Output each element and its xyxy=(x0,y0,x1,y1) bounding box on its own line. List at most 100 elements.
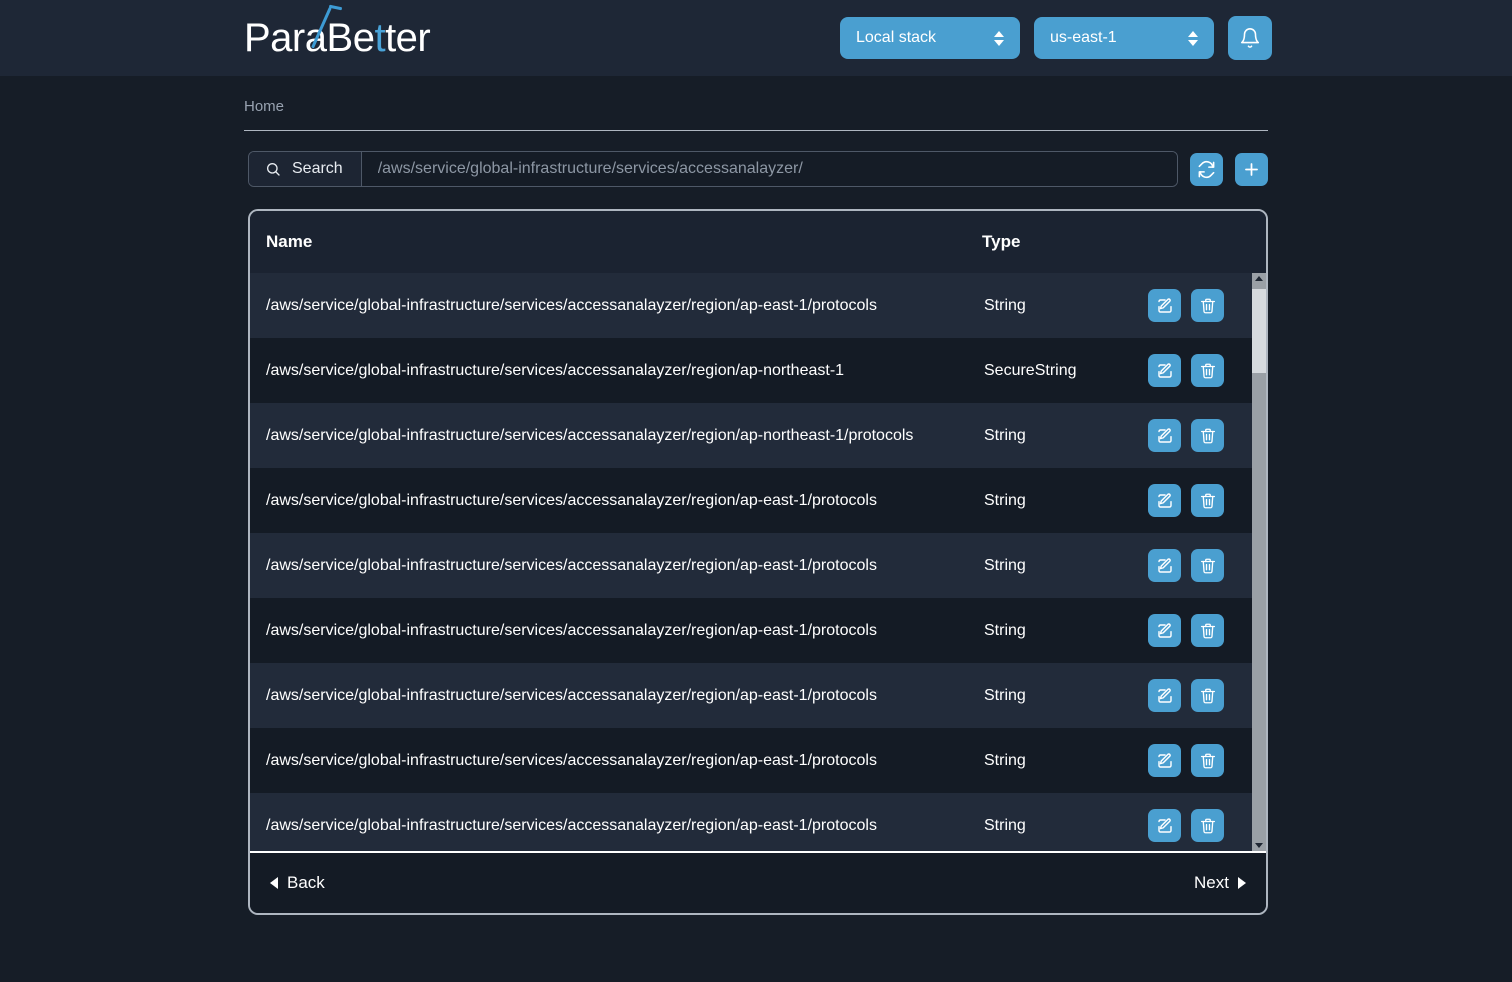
search-button[interactable]: Search xyxy=(249,152,362,186)
edit-icon xyxy=(1157,362,1172,378)
column-header-name: Name xyxy=(266,232,313,251)
scroll-up-arrow-icon[interactable] xyxy=(1255,276,1263,281)
edit-icon xyxy=(1157,687,1172,703)
edit-parameter-button[interactable] xyxy=(1148,289,1181,322)
search-bar: Search xyxy=(248,151,1268,187)
row-actions xyxy=(1148,484,1252,517)
logo-b-mark: B xyxy=(310,4,354,61)
row-actions xyxy=(1148,289,1252,322)
region-selector[interactable]: us-east-1 xyxy=(1034,17,1214,59)
scrollbar-thumb[interactable] xyxy=(1252,289,1266,373)
logo-text-suffix: ter xyxy=(385,15,431,60)
table-row[interactable]: /aws/service/global-infrastructure/servi… xyxy=(250,793,1252,851)
edit-parameter-button[interactable] xyxy=(1148,744,1181,777)
table-row[interactable]: /aws/service/global-infrastructure/servi… xyxy=(250,468,1252,533)
parameter-name: /aws/service/global-infrastructure/servi… xyxy=(266,492,877,509)
table-header: Name Type xyxy=(250,211,1266,273)
delete-parameter-button[interactable] xyxy=(1191,419,1224,452)
search-input[interactable] xyxy=(361,152,1177,186)
edit-icon xyxy=(1157,622,1172,638)
parameter-name: /aws/service/global-infrastructure/servi… xyxy=(266,687,877,704)
delete-parameter-button[interactable] xyxy=(1191,484,1224,517)
edit-icon xyxy=(1157,427,1172,443)
table-row[interactable]: /aws/service/global-infrastructure/servi… xyxy=(250,533,1252,598)
delete-parameter-button[interactable] xyxy=(1191,744,1224,777)
delete-parameter-button[interactable] xyxy=(1191,809,1224,842)
delete-parameter-button[interactable] xyxy=(1191,289,1224,322)
edit-icon xyxy=(1157,557,1172,573)
next-button[interactable]: Next xyxy=(1194,873,1246,893)
back-button-label: Back xyxy=(287,873,325,892)
row-actions xyxy=(1148,419,1252,452)
row-actions xyxy=(1148,809,1252,842)
edit-parameter-button[interactable] xyxy=(1148,419,1181,452)
stack-selector[interactable]: Local stack xyxy=(840,17,1020,59)
app-header: Para Better Local stack us-east-1 xyxy=(0,0,1512,76)
trash-icon xyxy=(1200,558,1215,573)
trash-icon xyxy=(1200,623,1215,638)
parameters-panel: Name Type /aws/service/global-infrastruc… xyxy=(248,209,1268,915)
table-row[interactable]: /aws/service/global-infrastructure/servi… xyxy=(250,728,1252,793)
edit-icon xyxy=(1157,817,1172,833)
delete-parameter-button[interactable] xyxy=(1191,549,1224,582)
parameter-name: /aws/service/global-infrastructure/servi… xyxy=(266,557,877,574)
parameter-name: /aws/service/global-infrastructure/servi… xyxy=(266,622,877,639)
table-scrollbar[interactable] xyxy=(1252,273,1266,851)
edit-parameter-button[interactable] xyxy=(1148,614,1181,647)
edit-icon xyxy=(1157,752,1172,768)
edit-parameter-button[interactable] xyxy=(1148,354,1181,387)
parameter-name: /aws/service/global-infrastructure/servi… xyxy=(266,817,877,834)
parameter-name: /aws/service/global-infrastructure/servi… xyxy=(266,752,877,769)
edit-parameter-button[interactable] xyxy=(1148,679,1181,712)
breadcrumb: Home xyxy=(244,76,1268,131)
chevron-right-icon xyxy=(1238,877,1246,889)
logo-text-b: B xyxy=(326,15,354,60)
parameter-type: String xyxy=(984,751,1026,769)
table-body: /aws/service/global-infrastructure/servi… xyxy=(250,273,1252,851)
trash-icon xyxy=(1200,493,1215,508)
edit-parameter-button[interactable] xyxy=(1148,809,1181,842)
parameter-type: String xyxy=(984,296,1026,314)
column-header-type: Type xyxy=(982,232,1021,251)
trash-icon xyxy=(1200,363,1215,378)
trash-icon xyxy=(1200,428,1215,443)
row-actions xyxy=(1148,744,1252,777)
edit-parameter-button[interactable] xyxy=(1148,549,1181,582)
edit-icon xyxy=(1157,492,1172,508)
parameter-type: SecureString xyxy=(984,361,1077,379)
delete-parameter-button[interactable] xyxy=(1191,354,1224,387)
bell-icon xyxy=(1240,28,1260,48)
notifications-button[interactable] xyxy=(1228,16,1272,60)
next-button-label: Next xyxy=(1194,873,1229,892)
row-actions xyxy=(1148,614,1252,647)
trash-icon xyxy=(1200,753,1215,768)
table-row[interactable]: /aws/service/global-infrastructure/servi… xyxy=(250,273,1252,338)
table-row[interactable]: /aws/service/global-infrastructure/servi… xyxy=(250,403,1252,468)
table-row[interactable]: /aws/service/global-infrastructure/servi… xyxy=(250,663,1252,728)
back-button[interactable]: Back xyxy=(270,873,325,893)
breadcrumb-divider xyxy=(244,130,1268,131)
logo-text-accent: t xyxy=(374,15,386,60)
breadcrumb-item-home[interactable]: Home xyxy=(244,98,284,115)
chevron-left-icon xyxy=(270,877,278,889)
parameter-name: /aws/service/global-infrastructure/servi… xyxy=(266,427,914,444)
table-body-wrapper: /aws/service/global-infrastructure/servi… xyxy=(250,273,1266,851)
parameter-name: /aws/service/global-infrastructure/servi… xyxy=(266,297,877,314)
refresh-button[interactable] xyxy=(1190,152,1223,186)
row-actions xyxy=(1148,354,1252,387)
edit-parameter-button[interactable] xyxy=(1148,484,1181,517)
parameter-type: String xyxy=(984,621,1026,639)
table-footer: Back Next xyxy=(250,851,1266,913)
add-parameter-button[interactable] xyxy=(1235,152,1268,186)
delete-parameter-button[interactable] xyxy=(1191,679,1224,712)
scroll-down-arrow-icon[interactable] xyxy=(1255,843,1263,848)
table-row[interactable]: /aws/service/global-infrastructure/servi… xyxy=(250,338,1252,403)
header-controls: Local stack us-east-1 xyxy=(840,0,1272,76)
parameter-type: String xyxy=(984,816,1026,834)
trash-icon xyxy=(1200,688,1215,703)
parameter-type: String xyxy=(984,686,1026,704)
delete-parameter-button[interactable] xyxy=(1191,614,1224,647)
table-row[interactable]: /aws/service/global-infrastructure/servi… xyxy=(250,598,1252,663)
edit-icon xyxy=(1157,297,1172,313)
plus-icon xyxy=(1245,162,1258,176)
